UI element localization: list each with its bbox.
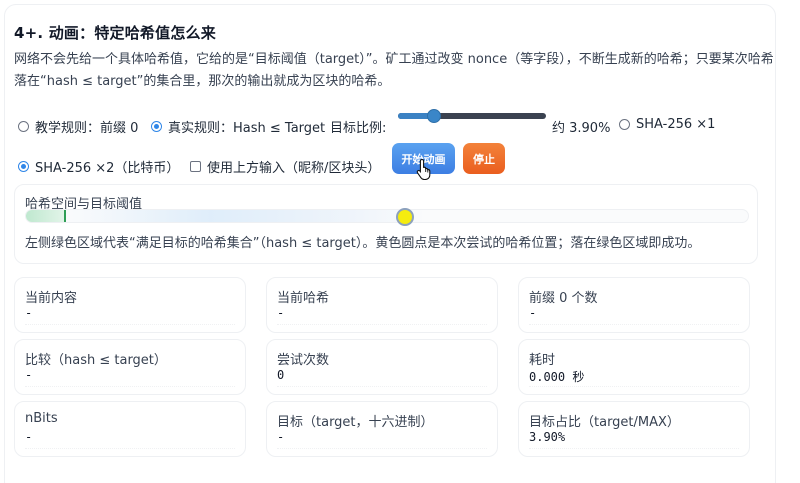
sha-x2-label: SHA-256 ×2（比特币） — [35, 161, 180, 176]
stat-value: - — [25, 368, 33, 382]
section-title: 4+. 动画：特定哈希值怎么来 — [14, 24, 216, 42]
ratio-value: 约 3.90% — [552, 121, 611, 136]
stat-target-ratio: 目标占比（target/MAX） 3.90% — [518, 401, 750, 457]
stat-value: 3.90% — [529, 430, 566, 444]
rule-real-option[interactable]: 真实规则：Hash ≤ Target — [151, 117, 325, 136]
rule-real-radio[interactable] — [151, 121, 162, 132]
stat-label: 尝试次数 — [277, 353, 330, 368]
hash-space-note: 左侧绿色区域代表“满足目标的哈希集合”（hash ≤ target）。黄色圆点是… — [25, 236, 701, 251]
stop-button[interactable]: 停止 — [463, 143, 505, 174]
hash-space-panel: 哈希空间与目标阈值 左侧绿色区域代表“满足目标的哈希集合”（hash ≤ tar… — [14, 184, 758, 264]
stat-label: 当前哈希 — [277, 291, 330, 306]
stat-label: 目标占比（target/MAX） — [529, 415, 680, 430]
stat-value: 0 — [277, 368, 285, 382]
stat-separator — [529, 448, 739, 449]
stat-label: 目标（target，十六进制） — [277, 415, 434, 430]
current-hash-dot — [396, 208, 415, 226]
stat-separator — [277, 324, 487, 325]
sha-x1-label: SHA-256 ×1 — [636, 117, 716, 132]
stat-value: - — [277, 430, 285, 444]
sha-x1-option[interactable]: SHA-256 ×1 — [619, 117, 715, 132]
stat-label: 当前内容 — [25, 291, 78, 306]
hash-space-bar — [25, 209, 749, 223]
stat-separator — [529, 386, 739, 387]
stat-separator — [25, 386, 235, 387]
target-ratio-slider[interactable] — [398, 109, 546, 123]
stat-separator — [25, 324, 235, 325]
use-input-checkbox[interactable] — [190, 161, 201, 172]
stat-elapsed: 耗时 0.000 秒 — [518, 339, 750, 395]
stat-value: - — [25, 430, 33, 444]
hand-pointer-icon — [416, 158, 431, 180]
use-input-option[interactable]: 使用上方输入（昵称/区块头） — [190, 157, 380, 176]
ratio-label: 目标比例: — [330, 121, 387, 136]
stat-label: 前缀 0 个数 — [529, 291, 598, 306]
hash-space-gradient — [66, 210, 426, 222]
stat-current-hash: 当前哈希 - — [266, 277, 498, 333]
stat-separator — [25, 448, 235, 449]
sha-x2-radio[interactable] — [18, 161, 29, 172]
stat-prefix-zeros: 前缀 0 个数 - — [518, 277, 750, 333]
stat-value: - — [25, 306, 33, 320]
stat-compare: 比较（hash ≤ target） - — [14, 339, 246, 395]
stat-label: nBits — [25, 411, 58, 426]
stat-separator — [277, 448, 487, 449]
slider-thumb[interactable] — [427, 109, 442, 123]
stat-current-content: 当前内容 - — [14, 277, 246, 333]
stat-label: 耗时 — [529, 353, 556, 368]
stat-nbits: nBits - — [14, 401, 246, 457]
stat-separator — [277, 386, 487, 387]
target-threshold-marker — [64, 210, 66, 222]
rule-teaching-radio[interactable] — [18, 121, 29, 132]
use-input-label: 使用上方输入（昵称/区块头） — [207, 161, 381, 176]
target-zone — [26, 210, 66, 222]
stat-value: 0.000 秒 — [529, 370, 585, 384]
stat-target-hex: 目标（target，十六进制） - — [266, 401, 498, 457]
stat-label: 比较（hash ≤ target） — [25, 353, 167, 368]
stat-attempts: 尝试次数 0 — [266, 339, 498, 395]
stat-value: - — [277, 306, 285, 320]
rule-teaching-option[interactable]: 教学规则：前缀 0 — [18, 117, 138, 136]
section-description: 网络不会先给一个具体哈希值，它给的是“目标阈值（target）”。矿工通过改变 … — [14, 52, 774, 89]
stat-separator — [529, 324, 739, 325]
sha-x1-radio[interactable] — [619, 119, 630, 130]
rule-real-label: 真实规则：Hash ≤ Target — [168, 121, 326, 136]
sha-x2-option[interactable]: SHA-256 ×2（比特币） — [18, 157, 179, 176]
rule-teaching-label: 教学规则：前缀 0 — [35, 121, 139, 136]
stat-value: - — [529, 306, 537, 320]
